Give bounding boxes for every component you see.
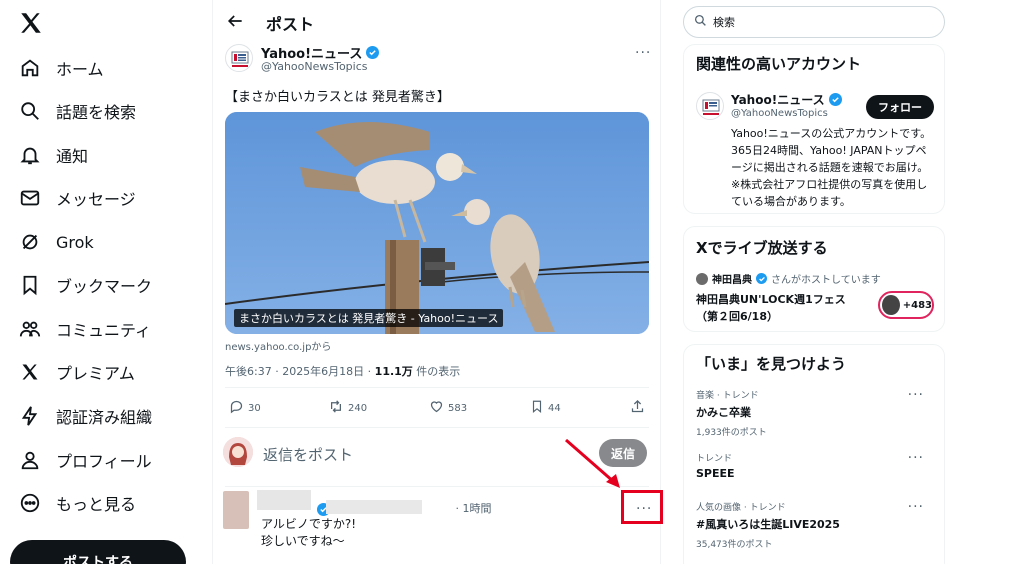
annotation-arrow-icon xyxy=(565,438,620,488)
left-sidebar: ホーム 話題を検索 通知 メッセージ Grok ブックマーク コミュニティ プレ… xyxy=(0,0,212,564)
account-handle[interactable]: @YahooNewsTopics xyxy=(731,108,828,119)
post-image[interactable]: まさか白いカラスとは 発見者驚き - Yahoo!ニュース xyxy=(225,112,649,334)
nav-label: ブックマーク xyxy=(56,277,153,296)
trend-more-icon[interactable]: ··· xyxy=(908,500,924,514)
nav-label: プレミアム xyxy=(56,364,135,383)
card-title: 関連性の高いアカウント xyxy=(696,55,862,73)
author-handle[interactable]: @YahooNewsTopics xyxy=(261,60,368,73)
x-logo-icon[interactable] xyxy=(18,10,44,36)
search-icon xyxy=(694,14,707,31)
nav-label: もっと見る xyxy=(56,495,137,514)
host-avatar xyxy=(696,272,708,285)
nav-label: 話題を検索 xyxy=(56,103,137,122)
bookmark-icon xyxy=(18,273,42,297)
home-icon xyxy=(18,56,42,80)
divider xyxy=(225,387,649,388)
person-icon xyxy=(18,448,42,472)
nav-label: Grok xyxy=(56,232,94,252)
follow-button[interactable]: フォロー xyxy=(866,95,934,119)
back-arrow-icon[interactable] xyxy=(225,11,245,31)
annotation-highlight-box xyxy=(621,490,663,524)
live-listeners-badge[interactable]: +483 xyxy=(878,291,934,319)
account-avatar[interactable] xyxy=(696,92,724,120)
nav-communities[interactable]: コミュニティ xyxy=(18,311,151,347)
reply-action[interactable]: 30 xyxy=(229,399,261,417)
verified-badge-icon xyxy=(828,93,842,106)
heart-icon xyxy=(429,399,444,417)
search-icon xyxy=(18,99,42,123)
trend-item[interactable]: トレンド SPEEE ··· xyxy=(696,451,936,480)
nav-grok[interactable]: Grok xyxy=(18,224,94,260)
more-circle-icon xyxy=(18,491,42,515)
repost-icon xyxy=(328,399,344,417)
trend-more-icon[interactable]: ··· xyxy=(908,388,924,402)
page-title: ポスト xyxy=(266,15,315,34)
grok-icon xyxy=(18,230,42,254)
search-box[interactable]: 検索 xyxy=(683,6,945,38)
bookmark-icon xyxy=(530,399,544,417)
user-avatar xyxy=(223,437,253,467)
live-host[interactable]: 神田昌典 さんがホストしています xyxy=(696,271,881,286)
share-action[interactable] xyxy=(630,399,645,417)
divider xyxy=(225,427,649,428)
comment-text: アルビノですか?! 珍しいですね〜 xyxy=(261,517,357,548)
post-text: 【まさか白いカラスとは 発見者驚き】 xyxy=(225,90,450,105)
media-caption: まさか白いカラスとは 発見者驚き - Yahoo!ニュース xyxy=(234,309,504,327)
post-button[interactable]: ポストする xyxy=(10,540,186,564)
nav-home[interactable]: ホーム xyxy=(18,50,104,86)
community-icon xyxy=(18,317,42,341)
nav-label: 認証済み組織 xyxy=(56,408,153,427)
action-bar: 30 240 583 44 xyxy=(225,399,649,419)
trend-item[interactable]: 音楽 · トレンド かみこ卒業 1,933件のポスト ··· xyxy=(696,388,936,438)
nav-more[interactable]: もっと見る xyxy=(18,485,136,521)
comment-avatar[interactable] xyxy=(223,491,249,529)
nav-label: メッセージ xyxy=(56,190,136,209)
nav-profile[interactable]: プロフィール xyxy=(18,442,152,478)
nav-label: コミュニティ xyxy=(56,321,152,340)
relevant-accounts-card: 関連性の高いアカウント Yahoo!ニュース @YahooNewsTopics … xyxy=(683,44,945,214)
bell-icon xyxy=(18,143,42,167)
verified-badge-icon xyxy=(366,46,380,59)
verified-badge-icon xyxy=(756,273,767,284)
reply-input[interactable]: 返信をポスト xyxy=(263,444,353,465)
account-bio: Yahoo!ニュースの公式アカウントです。365日24時間、Yahoo! JAP… xyxy=(731,127,932,208)
nav-verified-orgs[interactable]: 認証済み組織 xyxy=(18,398,152,434)
live-card: Xでライブ放送する 神田昌典 さんがホストしています 神田昌典UN'LOCK週1… xyxy=(683,226,945,332)
trend-item[interactable]: 人気の画像 · トレンド #風真いろは生誕LIVE2025 35,473件のポス… xyxy=(696,500,936,550)
listener-avatar xyxy=(882,295,900,315)
nav-messages[interactable]: メッセージ xyxy=(18,180,136,216)
account-name[interactable]: Yahoo!ニュース xyxy=(731,91,842,108)
card-title: 「いま」を見つけよう xyxy=(696,355,847,373)
bookmark-action[interactable]: 44 xyxy=(530,399,561,417)
post-header: ポスト xyxy=(213,0,662,42)
live-event-title[interactable]: 神田昌典UN'LOCK週1フェス（第２回6/18） xyxy=(696,291,866,325)
nav-label: プロフィール xyxy=(56,452,152,471)
right-sidebar: 検索 関連性の高いアカウント Yahoo!ニュース @YahooNewsTopi… xyxy=(683,0,945,564)
link-source[interactable]: news.yahoo.co.jpから xyxy=(225,338,331,353)
lightning-icon xyxy=(18,404,42,428)
mail-icon xyxy=(18,186,42,210)
redacted-handle xyxy=(326,500,422,514)
nav-label: ホーム xyxy=(56,60,104,79)
nav-notifications[interactable]: 通知 xyxy=(18,137,88,173)
repost-action[interactable]: 240 xyxy=(328,399,367,417)
nav-explore[interactable]: 話題を検索 xyxy=(18,93,136,129)
x-premium-icon xyxy=(18,360,42,384)
nav-premium[interactable]: プレミアム xyxy=(18,354,135,390)
trends-card: 「いま」を見つけよう 音楽 · トレンド かみこ卒業 1,933件のポスト ··… xyxy=(683,344,945,564)
nav-bookmarks[interactable]: ブックマーク xyxy=(18,267,152,303)
author-avatar[interactable] xyxy=(225,44,253,72)
like-action[interactable]: 583 xyxy=(429,399,467,417)
trend-more-icon[interactable]: ··· xyxy=(908,451,924,465)
card-title: Xでライブ放送する xyxy=(696,239,828,257)
share-icon xyxy=(630,399,645,417)
post-meta: 午後6:37 · 2025年6月18日 · 11.1万 件の表示 xyxy=(225,365,461,378)
reply-icon xyxy=(229,399,244,417)
more-options-icon[interactable]: ··· xyxy=(635,46,651,60)
search-input[interactable]: 検索 xyxy=(713,14,735,30)
nav-label: 通知 xyxy=(56,147,89,166)
